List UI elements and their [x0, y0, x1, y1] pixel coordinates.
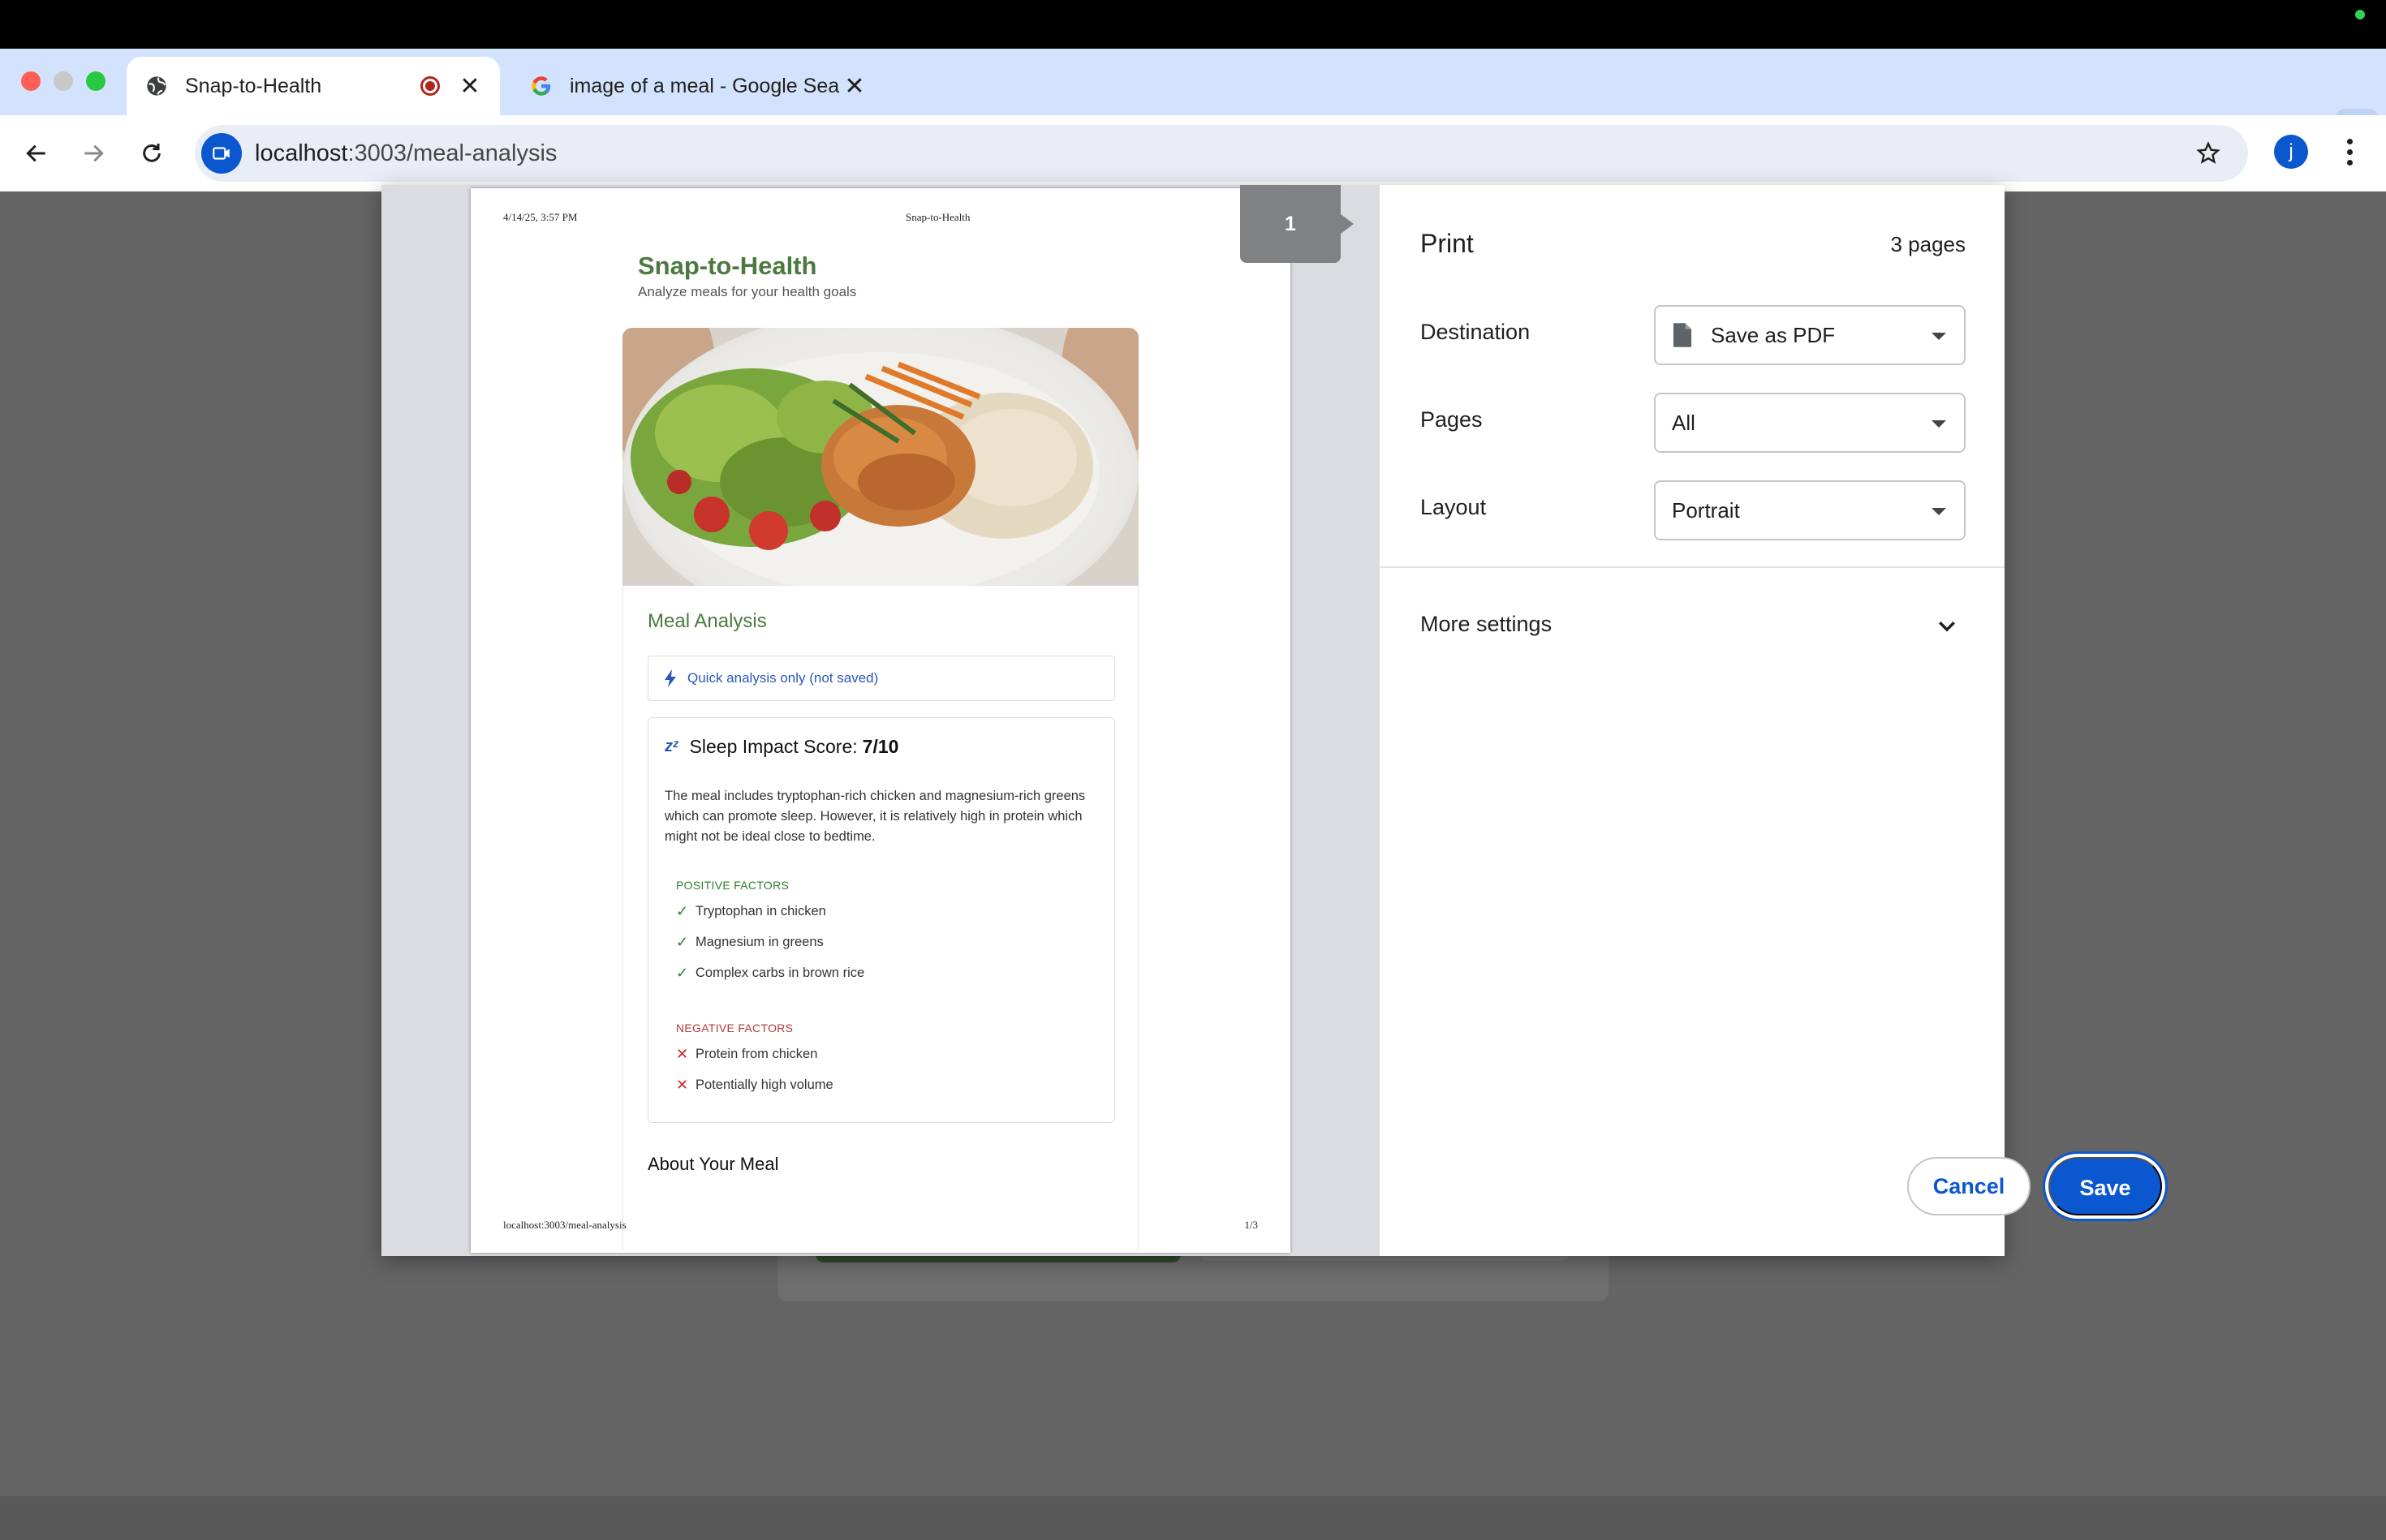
positive-factor: ✓ Tryptophan in chicken: [676, 903, 826, 919]
lightning-icon: [665, 669, 676, 687]
app-title: Snap-to-Health: [638, 252, 817, 280]
positive-factors-heading: POSITIVE FACTORS: [676, 879, 790, 892]
x-icon: ✕: [676, 1077, 689, 1093]
camera-icon[interactable]: [201, 133, 242, 174]
url-text: localhost:3003/meal-analysis: [255, 140, 558, 166]
destination-select[interactable]: Save as PDF: [1654, 305, 1966, 365]
layout-label: Layout: [1420, 495, 1487, 519]
tab-title: Snap-to-Health: [185, 74, 322, 97]
more-settings-toggle[interactable]: More settings: [1420, 612, 1552, 637]
page-footer-url: localhost:3003/meal-analysis: [503, 1219, 627, 1231]
print-dialog: 4/14/25, 3:57 PM Snap-to-Health Snap-to-…: [381, 185, 2162, 1256]
x-icon: ✕: [676, 1046, 689, 1062]
tab-google-search[interactable]: image of a meal - Google Sea ✕: [511, 57, 885, 115]
negative-factor: ✕ Potentially high volume: [676, 1077, 833, 1093]
sleep-impact-title: zᶻ Sleep Impact Score: 7/10: [665, 736, 899, 757]
positive-factor: ✓ Magnesium in greens: [676, 934, 824, 950]
pages-select[interactable]: All: [1654, 393, 1966, 453]
tab-title: image of a meal - Google Sea: [570, 74, 840, 97]
check-icon: ✓: [676, 965, 689, 981]
app-subtitle: Analyze meals for your health goals: [638, 284, 857, 299]
layout-select[interactable]: Portrait: [1654, 480, 1966, 540]
dropdown-caret-icon: [1932, 333, 1946, 340]
page-number-indicator: 1: [1240, 185, 1354, 263]
reload-button[interactable]: [131, 133, 172, 174]
close-tab-icon[interactable]: ✕: [458, 72, 482, 101]
print-preview-area[interactable]: 4/14/25, 3:57 PM Snap-to-Health Snap-to-…: [381, 185, 1380, 1256]
system-bar: [0, 0, 2386, 49]
preview-page: 4/14/25, 3:57 PM Snap-to-Health Snap-to-…: [471, 188, 1290, 1253]
pages-label: Pages: [1420, 407, 1483, 432]
profile-avatar[interactable]: j: [2274, 135, 2308, 169]
settings-divider: [1380, 566, 2005, 568]
page-header-title: Snap-to-Health: [906, 211, 971, 223]
tab-strip: Snap-to-Health ✕ image of a meal - Googl…: [0, 49, 2386, 154]
about-meal-heading: About Your Meal: [648, 1154, 779, 1174]
meal-analysis-heading: Meal Analysis: [648, 610, 767, 632]
analysis-card: Meal Analysis Quick analysis only (not s…: [622, 586, 1139, 1251]
window-zoom-button[interactable]: [86, 71, 106, 91]
sleep-score: 7/10: [862, 736, 899, 757]
check-icon: ✓: [676, 903, 689, 919]
recording-indicator: [2355, 10, 2365, 19]
sleep-impact-card: zᶻ Sleep Impact Score: 7/10 The meal incl…: [648, 717, 1115, 1123]
page-footer-number: 1/3: [1244, 1219, 1258, 1231]
window-minimize-button[interactable]: [54, 71, 73, 91]
sleep-zz-icon: zᶻ: [665, 738, 678, 755]
chevron-down-icon[interactable]: [1935, 613, 1959, 638]
close-tab-icon[interactable]: ✕: [842, 72, 867, 101]
page-count: 3 pages: [1890, 232, 1966, 256]
document-icon: [1673, 323, 1692, 347]
bookmark-star-icon[interactable]: [2191, 136, 2225, 170]
recording-icon: [420, 76, 440, 96]
browser-toolbar: localhost:3003/meal-analysis j: [0, 115, 2386, 191]
negative-factors-heading: NEGATIVE FACTORS: [676, 1022, 794, 1035]
arrow-right-icon: [84, 144, 104, 162]
check-icon: ✓: [676, 934, 689, 950]
arrow-left-icon: [26, 144, 45, 162]
back-button[interactable]: [16, 133, 57, 174]
browser-menu-icon[interactable]: [2332, 135, 2367, 169]
print-settings-panel: Print 3 pages Destination Save as PDF Pa…: [1380, 185, 2162, 1256]
save-button[interactable]: Save: [2048, 1157, 2162, 1215]
cancel-button[interactable]: Cancel: [1907, 1157, 2031, 1215]
negative-factor: ✕ Protein from chicken: [676, 1046, 818, 1062]
positive-factor: ✓ Complex carbs in brown rice: [676, 965, 865, 981]
quick-analysis-notice: Quick analysis only (not saved): [648, 656, 1115, 701]
forward-button[interactable]: [73, 133, 114, 174]
globe-icon: [144, 74, 169, 98]
google-icon: [529, 74, 553, 98]
page-header-date: 4/14/25, 3:57 PM: [503, 211, 578, 223]
window-close-button[interactable]: [21, 71, 41, 91]
bottom-bar: [0, 1496, 2386, 1540]
address-bar[interactable]: localhost:3003/meal-analysis: [195, 125, 2248, 182]
tab-snap-to-health[interactable]: Snap-to-Health ✕: [127, 57, 500, 115]
dropdown-caret-icon: [1932, 420, 1946, 428]
quick-analysis-label: Quick analysis only (not saved): [687, 670, 879, 686]
dropdown-caret-icon: [1932, 508, 1946, 515]
print-title: Print: [1420, 229, 1474, 258]
reload-icon: [143, 144, 161, 162]
destination-label: Destination: [1420, 320, 1531, 344]
sleep-description: The meal includes tryptophan-rich chicke…: [665, 789, 1086, 844]
meal-photo: [622, 328, 1139, 586]
